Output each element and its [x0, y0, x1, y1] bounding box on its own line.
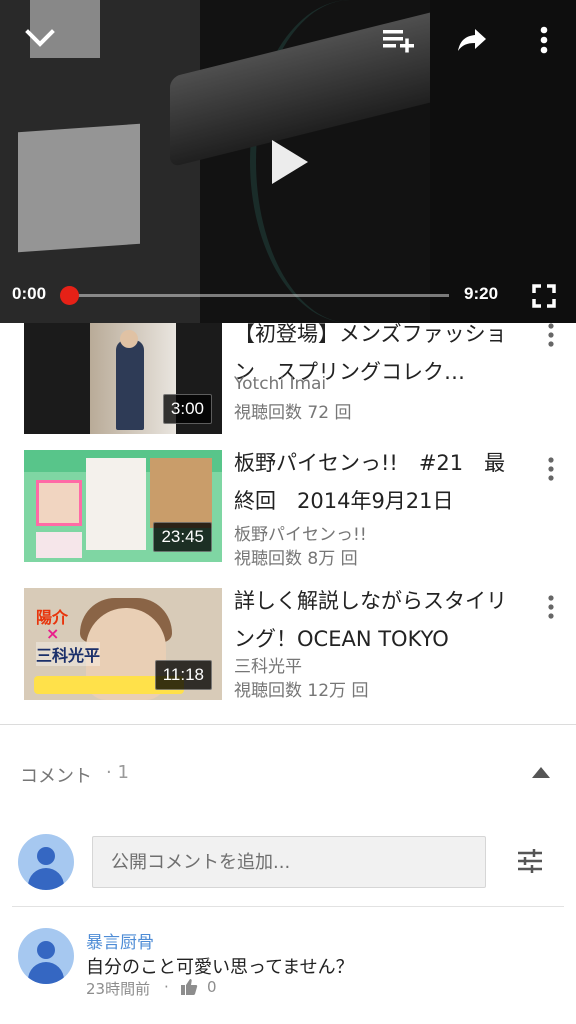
- fullscreen-icon[interactable]: [524, 276, 564, 316]
- video-player[interactable]: 0:00 9:20: [0, 0, 576, 323]
- comment-divider: [12, 906, 564, 907]
- seek-handle[interactable]: [60, 286, 79, 305]
- duration-badge: 23:45: [153, 522, 212, 552]
- video-thumbnail[interactable]: 3:00: [24, 322, 222, 434]
- more-vert-icon[interactable]: [524, 20, 564, 60]
- avatar[interactable]: [18, 928, 74, 984]
- seek-bar[interactable]: [68, 294, 449, 297]
- more-vert-icon[interactable]: [536, 452, 566, 486]
- comment-input[interactable]: [92, 836, 486, 888]
- related-video-item[interactable]: 3:00 【初登場】メンズファッション スプリングコレク… Yotchi Ima…: [0, 312, 576, 434]
- duration-badge: 3:00: [162, 394, 212, 424]
- channel-name: 板野パイセンっ!!: [234, 525, 367, 545]
- avatar: [18, 834, 74, 890]
- view-count: 視聴回数 8万 回: [234, 549, 358, 569]
- total-time: 9:20: [464, 284, 499, 303]
- chevron-down-icon[interactable]: [18, 20, 62, 56]
- playlist-add-icon[interactable]: [376, 20, 420, 60]
- thumbnail-text: 三科光平: [36, 642, 101, 666]
- comment-time: 23時間前: [86, 980, 151, 998]
- sort-icon[interactable]: [512, 842, 548, 880]
- thumbnail-text: ×: [46, 624, 60, 643]
- section-divider: [0, 724, 576, 725]
- share-icon[interactable]: [450, 20, 494, 60]
- play-icon[interactable]: [258, 130, 322, 194]
- channel-name: Yotchi Imai: [234, 374, 327, 394]
- current-time: 0:00: [12, 284, 47, 303]
- comment-text: 自分のこと可愛い思ってません？: [86, 957, 354, 978]
- comment-author[interactable]: 暴言厨骨: [86, 928, 154, 953]
- video-thumbnail[interactable]: 陽介 × 三科光平 11:18: [24, 588, 222, 700]
- chevron-up-icon[interactable]: [526, 758, 556, 786]
- more-vert-icon[interactable]: [536, 590, 566, 624]
- thumbs-up-icon[interactable]: [180, 978, 200, 998]
- related-video-item[interactable]: 23:45 板野パイセンっ!! #21 最終回 2014年9月21日 板野パイセ…: [0, 444, 576, 569]
- like-count: 0: [207, 978, 217, 996]
- meta-separator: ·: [164, 978, 169, 996]
- view-count: 視聴回数 12万 回: [234, 681, 369, 701]
- comments-count: · 1: [106, 762, 129, 783]
- view-count: 視聴回数 72 回: [234, 403, 352, 423]
- video-thumbnail[interactable]: 23:45: [24, 450, 222, 562]
- video-title[interactable]: 板野パイセンっ!! #21 最終回 2014年9月21日: [234, 444, 524, 520]
- video-title[interactable]: 詳しく解説しながらスタイリング！OCEAN TOKYO: [234, 582, 524, 658]
- related-video-item[interactable]: 陽介 × 三科光平 11:18 詳しく解説しながらスタイリング！OCEAN TO…: [0, 582, 576, 701]
- channel-name: 三科光平: [234, 657, 302, 677]
- duration-badge: 11:18: [154, 660, 212, 690]
- comments-header: コメント: [20, 766, 92, 787]
- more-vert-icon[interactable]: [536, 318, 566, 352]
